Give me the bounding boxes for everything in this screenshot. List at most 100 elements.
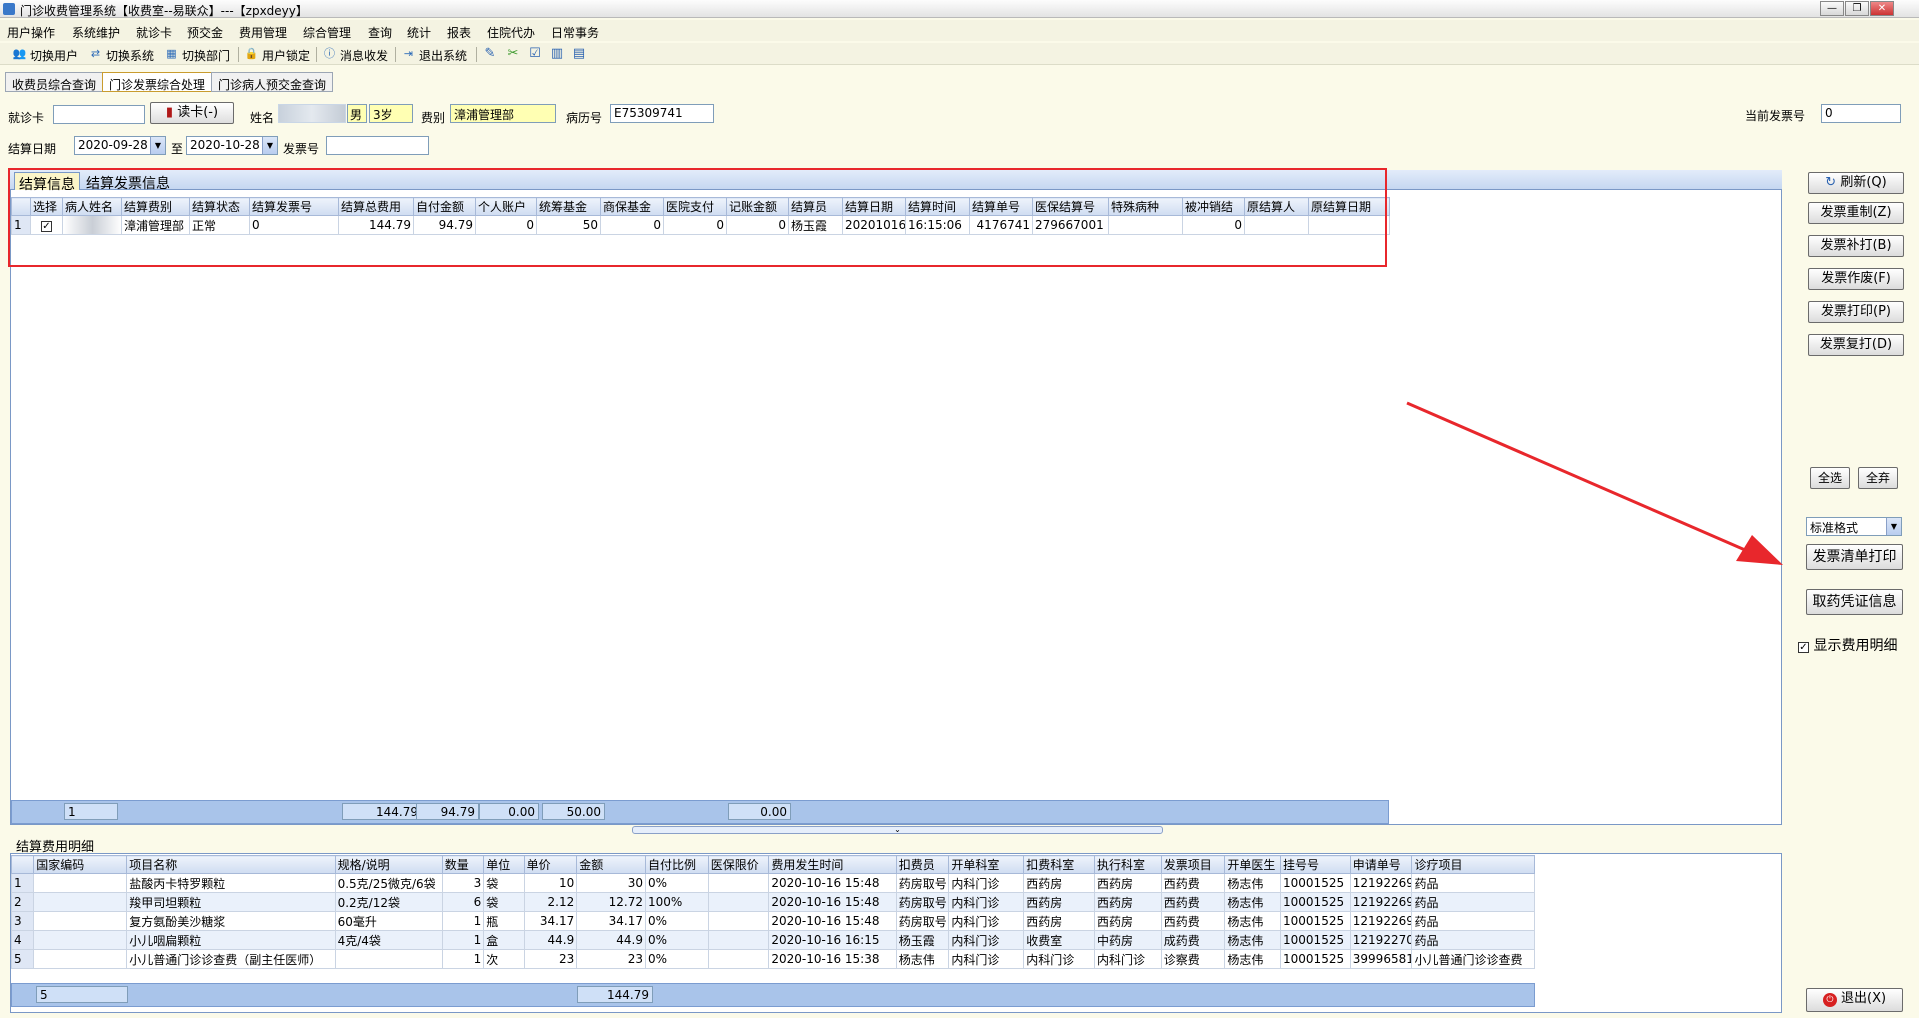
splitter-handle[interactable]: ⌄ bbox=[632, 826, 1163, 834]
exit-system-button[interactable]: ⇥ 退出系统 bbox=[401, 47, 467, 64]
request-no-cell: 12192269 bbox=[1349, 873, 1413, 893]
menu-card[interactable]: 就诊卡 bbox=[136, 24, 172, 41]
column-header[interactable]: 规格/说明 bbox=[334, 855, 443, 874]
highlight-box bbox=[8, 168, 1387, 267]
dropdown-arrow-icon[interactable]: ▼ bbox=[150, 137, 165, 154]
country-code-cell bbox=[33, 892, 128, 912]
column-header[interactable]: 开单医生 bbox=[1224, 855, 1282, 874]
column-header[interactable]: 执行科室 bbox=[1093, 855, 1162, 874]
reg-no-cell: 10001525 bbox=[1280, 873, 1351, 893]
table-row[interactable]: 2 羧甲司坦颗粒 0.2克/12袋 6 袋 2.12 12.72 100% 2020-10-16… bbox=[10, 892, 1535, 912]
close-button[interactable]: ✕ bbox=[1870, 1, 1894, 16]
item-name-cell: 盐酸丙卡特罗颗粒 bbox=[126, 873, 336, 893]
refresh-button[interactable]: ↻ 刷新(Q) bbox=[1808, 172, 1904, 194]
dropdown-arrow-icon[interactable]: ▼ bbox=[1886, 518, 1901, 535]
select-all-button[interactable]: 全选 bbox=[1810, 467, 1850, 489]
amount-cell: 44.9 bbox=[576, 930, 646, 950]
column-header[interactable]: 挂号号 bbox=[1280, 855, 1351, 874]
void-invoice-button[interactable]: 发票作废(F) bbox=[1808, 268, 1904, 290]
invoice-no-input[interactable] bbox=[326, 136, 429, 155]
dropdown-arrow-icon[interactable]: ▼ bbox=[262, 137, 277, 154]
date-from-picker[interactable]: 2020-09-28 ▼ bbox=[74, 136, 166, 155]
switch-dept-button[interactable]: ▦ 切换部门 bbox=[164, 47, 230, 64]
price-cell: 23 bbox=[523, 949, 578, 969]
record-no-field[interactable]: E75309741 bbox=[610, 104, 714, 123]
price-cell: 34.17 bbox=[523, 911, 578, 931]
menu-system[interactable]: 系统维护 bbox=[72, 24, 120, 41]
system-icon: ⇄ bbox=[90, 47, 101, 60]
menu-inpatient[interactable]: 住院代办 bbox=[487, 24, 535, 41]
fee-dept-cell: 内科门诊 bbox=[1023, 949, 1095, 969]
tools-icon[interactable]: ✂ bbox=[505, 46, 521, 62]
price-limit-cell bbox=[707, 949, 770, 969]
menu-query[interactable]: 查询 bbox=[368, 24, 392, 41]
show-detail-checkbox[interactable]: ✓ bbox=[1798, 642, 1809, 653]
doctor-cell: 杨志伟 bbox=[1224, 930, 1282, 950]
maximize-button[interactable]: ❐ bbox=[1845, 1, 1869, 16]
fee-clerk-cell: 药房取号 bbox=[895, 892, 950, 912]
column-header[interactable]: 扣费员 bbox=[895, 855, 950, 874]
fee-type-field: 漳浦管理部 bbox=[450, 104, 556, 123]
date-to-picker[interactable]: 2020-10-28 ▼ bbox=[186, 136, 278, 155]
row-number: 4 bbox=[10, 930, 35, 950]
column-header[interactable]: 费用发生时间 bbox=[768, 855, 897, 874]
row-number-header bbox=[10, 855, 35, 874]
fee-dept-cell: 西药房 bbox=[1023, 911, 1095, 931]
column-header[interactable]: 诊疗项目 bbox=[1411, 855, 1535, 874]
column-header[interactable]: 医保限价 bbox=[707, 855, 770, 874]
column-header[interactable]: 开单科室 bbox=[948, 855, 1025, 874]
reissue-invoice-button[interactable]: 发票补打(B) bbox=[1808, 235, 1904, 257]
card-input[interactable] bbox=[53, 105, 145, 124]
menu-user-ops[interactable]: 用户操作 bbox=[7, 24, 55, 41]
tab-invoice-processing[interactable]: 门诊发票综合处理 bbox=[102, 72, 213, 92]
table-row[interactable]: 4 小儿咽扁颗粒 4克/4袋 1 盒 44.9 44.9 0% 2020-10-16 16:15… bbox=[10, 930, 1535, 950]
minimize-button[interactable]: — bbox=[1820, 1, 1844, 16]
menu-stats[interactable]: 统计 bbox=[407, 24, 431, 41]
switch-user-button[interactable]: 👥 切换用户 bbox=[12, 47, 78, 64]
column-header[interactable]: 项目名称 bbox=[126, 855, 336, 874]
price-limit-cell bbox=[707, 911, 770, 931]
column-header[interactable]: 国家编码 bbox=[33, 855, 128, 874]
exit-button[interactable]: ⏻ 退出(X) bbox=[1806, 988, 1903, 1012]
print-invoice-button[interactable]: 发票打印(P) bbox=[1808, 301, 1904, 323]
doctor-cell: 杨志伟 bbox=[1224, 892, 1282, 912]
deselect-all-button[interactable]: 全弃 bbox=[1858, 467, 1898, 489]
column-header[interactable]: 单价 bbox=[523, 855, 578, 874]
edit-icon[interactable]: ✎ bbox=[482, 46, 498, 62]
column-header[interactable]: 金额 bbox=[576, 855, 646, 874]
copy-print-invoice-button[interactable]: 发票复打(D) bbox=[1808, 334, 1904, 356]
column-header[interactable]: 自付比例 bbox=[645, 855, 709, 874]
menu-integrated[interactable]: 综合管理 bbox=[303, 24, 351, 41]
column-header[interactable]: 扣费科室 bbox=[1023, 855, 1095, 874]
patient-name-field bbox=[278, 104, 346, 123]
table-row[interactable]: 1 盐酸丙卡特罗颗粒 0.5克/25微克/6袋 3 袋 10 30 0% 2020-10-16 … bbox=[10, 873, 1535, 893]
menu-fees[interactable]: 费用管理 bbox=[239, 24, 287, 41]
tab-prepay-query[interactable]: 门诊病人预交金查询 bbox=[211, 72, 334, 92]
lock-user-button[interactable]: 🔒 用户锁定 bbox=[244, 47, 310, 64]
switch-system-button[interactable]: ⇄ 切换系统 bbox=[88, 47, 154, 64]
current-invoice-field[interactable]: 0 bbox=[1821, 104, 1901, 123]
tab-cashier-query[interactable]: 收费员综合查询 bbox=[5, 72, 104, 92]
column-header[interactable]: 发票项目 bbox=[1160, 855, 1226, 874]
reprint-invoice-button[interactable]: 发票重制(Z) bbox=[1808, 202, 1904, 224]
drug-voucher-button[interactable]: 取药凭证信息 bbox=[1806, 589, 1903, 615]
exec-dept-cell: 西药房 bbox=[1093, 892, 1162, 912]
menu-daily[interactable]: 日常事务 bbox=[551, 24, 599, 41]
column-header[interactable]: 申请单号 bbox=[1349, 855, 1413, 874]
column-header[interactable]: 单位 bbox=[483, 855, 525, 874]
message-button[interactable]: ⓘ 消息收发 bbox=[322, 47, 388, 64]
show-detail-toggle[interactable]: ✓ 显示费用明细 bbox=[1798, 635, 1897, 655]
window-icon[interactable]: ▤ bbox=[571, 46, 587, 62]
read-card-button[interactable]: ▮ 读卡(-) bbox=[150, 102, 234, 124]
invoice-list-print-button[interactable]: 发票清单打印 bbox=[1806, 544, 1903, 570]
table-row[interactable]: 5 小儿普通门诊诊查费（副主任医师） 1 次 23 23 0% 2020-10-16 15:3… bbox=[10, 949, 1535, 969]
menu-reports[interactable]: 报表 bbox=[447, 24, 471, 41]
print-format-select[interactable]: 标准格式 ▼ bbox=[1806, 517, 1902, 536]
table-row[interactable]: 3 复方氨酚美沙糖浆 60毫升 1 瓶 34.17 34.17 0% 2020-10-16 15… bbox=[10, 911, 1535, 931]
book-icon[interactable]: ▥ bbox=[549, 46, 565, 62]
fee-dept-cell: 西药房 bbox=[1023, 873, 1095, 893]
menu-prepay[interactable]: 预交金 bbox=[187, 24, 223, 41]
treatment-item-cell: 小儿普通门诊诊查费 bbox=[1411, 949, 1535, 969]
column-header[interactable]: 数量 bbox=[441, 855, 485, 874]
checkbox-icon[interactable]: ☑ bbox=[527, 46, 543, 62]
